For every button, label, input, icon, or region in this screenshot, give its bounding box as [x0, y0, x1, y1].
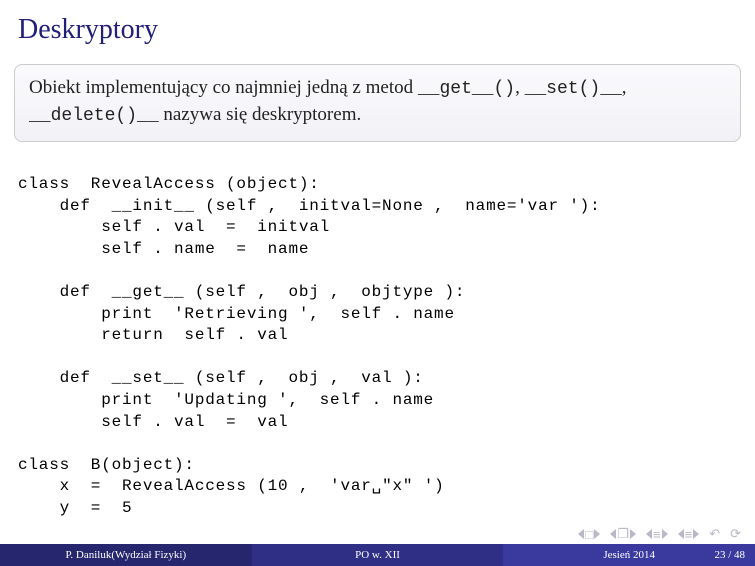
- code-line: y = 5: [18, 499, 132, 517]
- nav-subsection-icon[interactable]: ≡: [678, 527, 700, 542]
- footer-right: Jesień 2014 23 / 48: [503, 544, 755, 566]
- nav-first-icon[interactable]: □: [578, 527, 600, 542]
- block-text-2: nazywa się deskryptorem.: [159, 104, 362, 125]
- code-line: class B(object):: [18, 456, 195, 474]
- code-line: print 'Updating ', self . name: [18, 391, 434, 409]
- method-delete: __delete()__: [29, 106, 159, 126]
- code-line: print 'Retrieving ', self . name: [18, 305, 455, 323]
- code-line: def __init__ (self , initval=None , name…: [18, 197, 601, 215]
- sep: ,: [622, 77, 627, 98]
- slide: Deskryptory Obiekt implementujący co naj…: [0, 0, 755, 566]
- method-get: __get__(): [418, 79, 515, 99]
- slide-title: Deskryptory: [0, 0, 755, 56]
- definition-block: Obiekt implementujący co najmniej jedną …: [14, 64, 741, 142]
- nav-search-icon[interactable]: ⟳: [730, 526, 741, 542]
- code-line: return self . val: [18, 326, 288, 344]
- code-line: class RevealAccess (object):: [18, 175, 320, 193]
- nav-icon-bar: □ ❐ ≡ ≡ ↶ ⟳: [578, 526, 741, 542]
- code-line: x = RevealAccess (10 , 'var␣"x" '): [18, 477, 445, 495]
- method-set: __set()__: [525, 79, 622, 99]
- nav-back-icon[interactable]: ↶: [709, 526, 720, 542]
- code-line: self . name = name: [18, 240, 309, 258]
- code-line: self . val = val: [18, 413, 288, 431]
- footer-bar: P. Daniluk(Wydział Fizyki) PO w. XII Jes…: [0, 544, 755, 566]
- code-line: def __set__ (self , obj , val ):: [18, 369, 424, 387]
- footer-pages: 23 / 48: [714, 549, 745, 561]
- nav-prev-icon[interactable]: ❐: [610, 526, 636, 542]
- code-line: self . val = initval: [18, 218, 330, 236]
- nav-section-icon[interactable]: ≡: [646, 527, 668, 542]
- footer-author: P. Daniluk(Wydział Fizyki): [0, 544, 252, 566]
- code-listing: class RevealAccess (object): def __init_…: [18, 152, 741, 519]
- sep: ,: [515, 77, 525, 98]
- footer-title: PO w. XII: [252, 544, 504, 566]
- footer-term: Jesień 2014: [603, 549, 655, 561]
- block-text-1: Obiekt implementujący co najmniej jedną …: [29, 77, 418, 98]
- code-line: def __get__ (self , obj , objtype ):: [18, 283, 465, 301]
